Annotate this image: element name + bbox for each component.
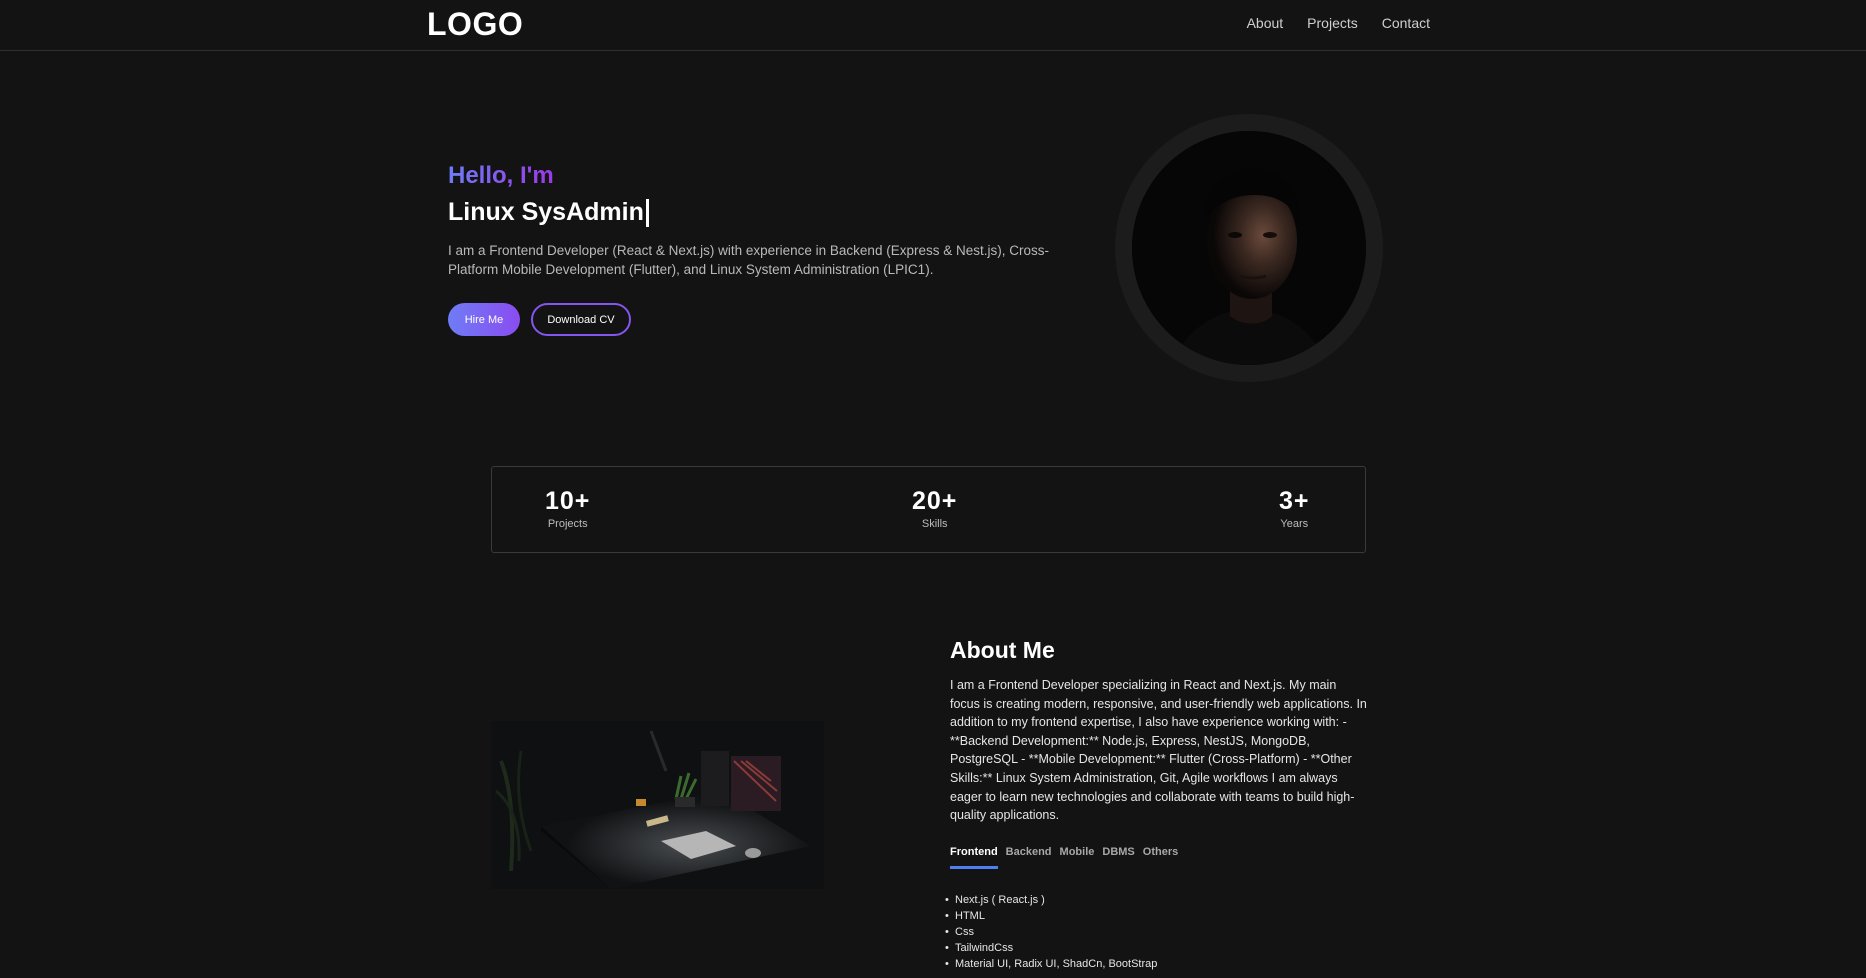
top-navbar: LOGO About Projects Contact [0, 0, 1866, 51]
tab-mobile[interactable]: Mobile [1060, 846, 1095, 869]
avatar-frame [1115, 114, 1383, 382]
download-cv-button[interactable]: Download CV [531, 303, 631, 336]
stat-label: Projects [547, 518, 588, 530]
hero-greeting: Hello, I'm [448, 162, 554, 189]
stat-label: Skills [921, 518, 948, 530]
nav-link-about[interactable]: About [1247, 15, 1284, 31]
list-item: TailwindCss [955, 940, 1157, 956]
about-title: About Me [950, 637, 1055, 663]
list-item: Next.js ( React.js ) [955, 892, 1157, 908]
nav-links: About Projects Contact [1247, 15, 1430, 31]
list-item: HTML [955, 908, 1157, 924]
list-item: Material UI, Radix UI, ShadCn, BootStrap [955, 956, 1157, 972]
avatar [1132, 131, 1366, 365]
stat-value: 20+ [912, 487, 958, 515]
nav-link-contact[interactable]: Contact [1382, 15, 1430, 31]
stat-label: Years [1280, 518, 1309, 530]
list-item: Css [955, 924, 1157, 940]
portrait-image [1132, 131, 1366, 365]
workspace-image [491, 721, 824, 889]
tab-dbms[interactable]: DBMS [1102, 846, 1134, 869]
logo[interactable]: LOGO [427, 6, 523, 43]
tab-frontend[interactable]: Frontend [950, 846, 998, 869]
nav-link-projects[interactable]: Projects [1307, 15, 1358, 31]
stat-projects: 10+ Projects [545, 487, 590, 530]
hire-me-button[interactable]: Hire Me [448, 303, 520, 336]
stat-value: 3+ [1279, 487, 1310, 515]
typing-caret [645, 198, 649, 227]
tab-others[interactable]: Others [1143, 846, 1178, 869]
skills-tabs: Frontend Backend Mobile DBMS Others [950, 846, 1178, 869]
tab-backend[interactable]: Backend [1006, 846, 1052, 869]
stat-value: 10+ [545, 487, 591, 515]
skills-list: Next.js ( React.js ) HTML Css TailwindCs… [955, 892, 1157, 972]
hero-description: I am a Frontend Developer (React & Next.… [448, 243, 1049, 277]
hero-role-line: Linux SysAdmin [448, 198, 649, 227]
stat-skills: 20+ Skills [912, 487, 957, 530]
stats-panel: 10+ Projects 20+ Skills 3+ Years [491, 466, 1366, 553]
desk-illustration [491, 721, 824, 889]
stat-years: 3+ Years [1279, 487, 1310, 530]
hero-role: Linux SysAdmin [448, 198, 644, 226]
about-text: I am a Frontend Developer specializing i… [950, 678, 1367, 823]
